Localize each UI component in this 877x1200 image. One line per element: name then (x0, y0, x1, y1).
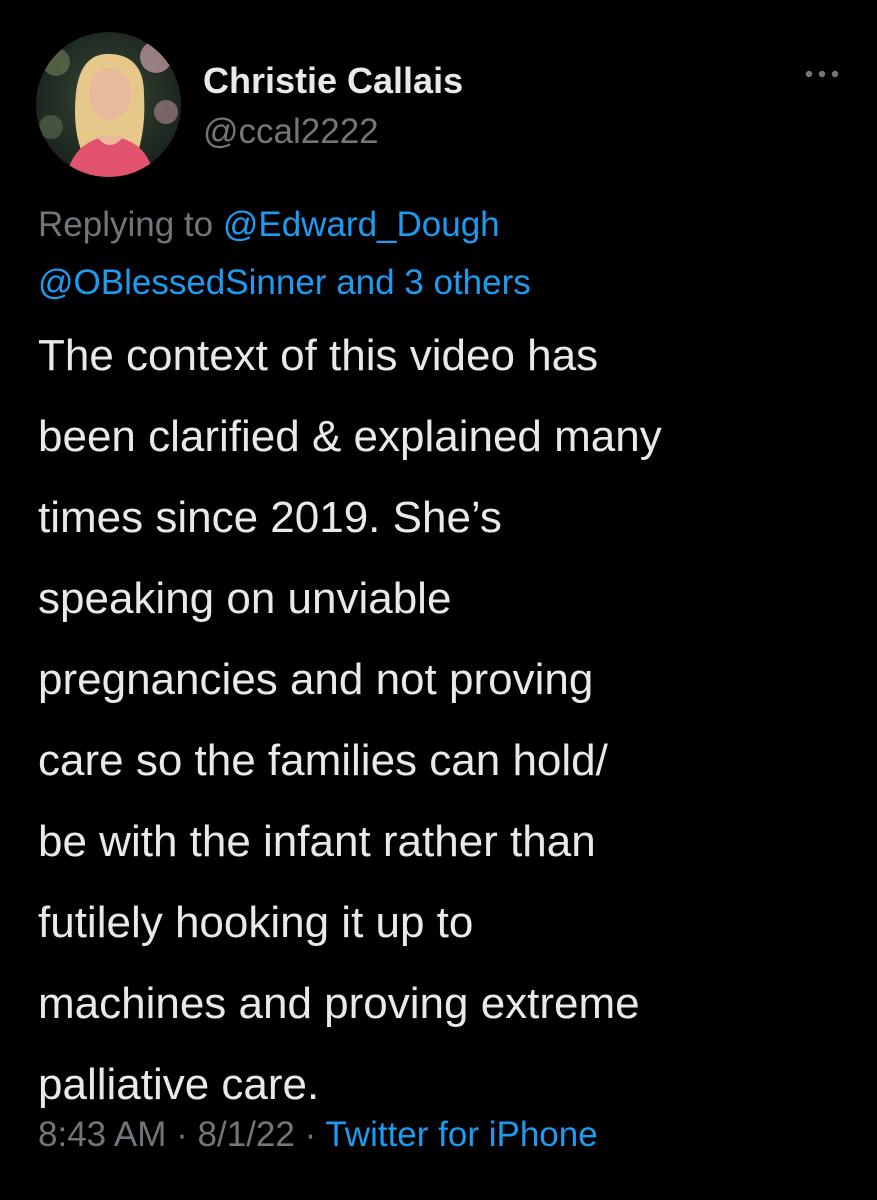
author-handle[interactable]: @ccal2222 (203, 112, 379, 152)
tweet-header: Christie Callais @ccal2222 (36, 32, 841, 177)
profile-avatar[interactable] (36, 32, 181, 177)
tweet-time[interactable]: 8:43 AM (38, 1115, 166, 1154)
reply-others-link[interactable]: and 3 others (336, 263, 531, 302)
tweet-text: The context of this video has been clari… (38, 315, 848, 1125)
tweet-text-line: been clarified & explained many (38, 412, 662, 461)
more-dots-icon[interactable] (803, 68, 841, 80)
meta-separator: · (304, 1115, 317, 1154)
tweet-source-link[interactable]: Twitter for iPhone (325, 1115, 597, 1154)
avatar-image (39, 41, 178, 177)
author-name[interactable]: Christie Callais (203, 60, 463, 102)
meta-separator: · (176, 1115, 188, 1154)
tweet-text-line: be with the infant rather than (38, 817, 596, 866)
tweet-meta: 8:43 AM · 8/1/22 · Twitter for iPhone (38, 1115, 598, 1155)
tweet-text-line: palliative care. (38, 1060, 320, 1109)
tweet-text-line: speaking on unviable (38, 574, 452, 623)
replying-to-label: Replying to (38, 205, 214, 244)
tweet-text-line: machines and proving extreme (38, 979, 640, 1028)
tweet-text-line: pregnancies and not proving (38, 655, 594, 704)
tweet-date[interactable]: 8/1/22 (198, 1115, 295, 1154)
tweet-text-line: futilely hooking it up to (38, 898, 474, 947)
tweet-text-line: The context of this video has (38, 331, 599, 380)
reply-user-link[interactable]: @OBlessedSinner (38, 263, 326, 302)
tweet-text-line: times since 2019. She’s (38, 493, 502, 542)
reply-context: Replying to @Edward_Dough @OBlessedSinne… (38, 196, 838, 312)
reply-user-link[interactable]: @Edward_Dough (223, 205, 500, 244)
tweet-text-line: care so the families can hold/ (38, 736, 608, 785)
